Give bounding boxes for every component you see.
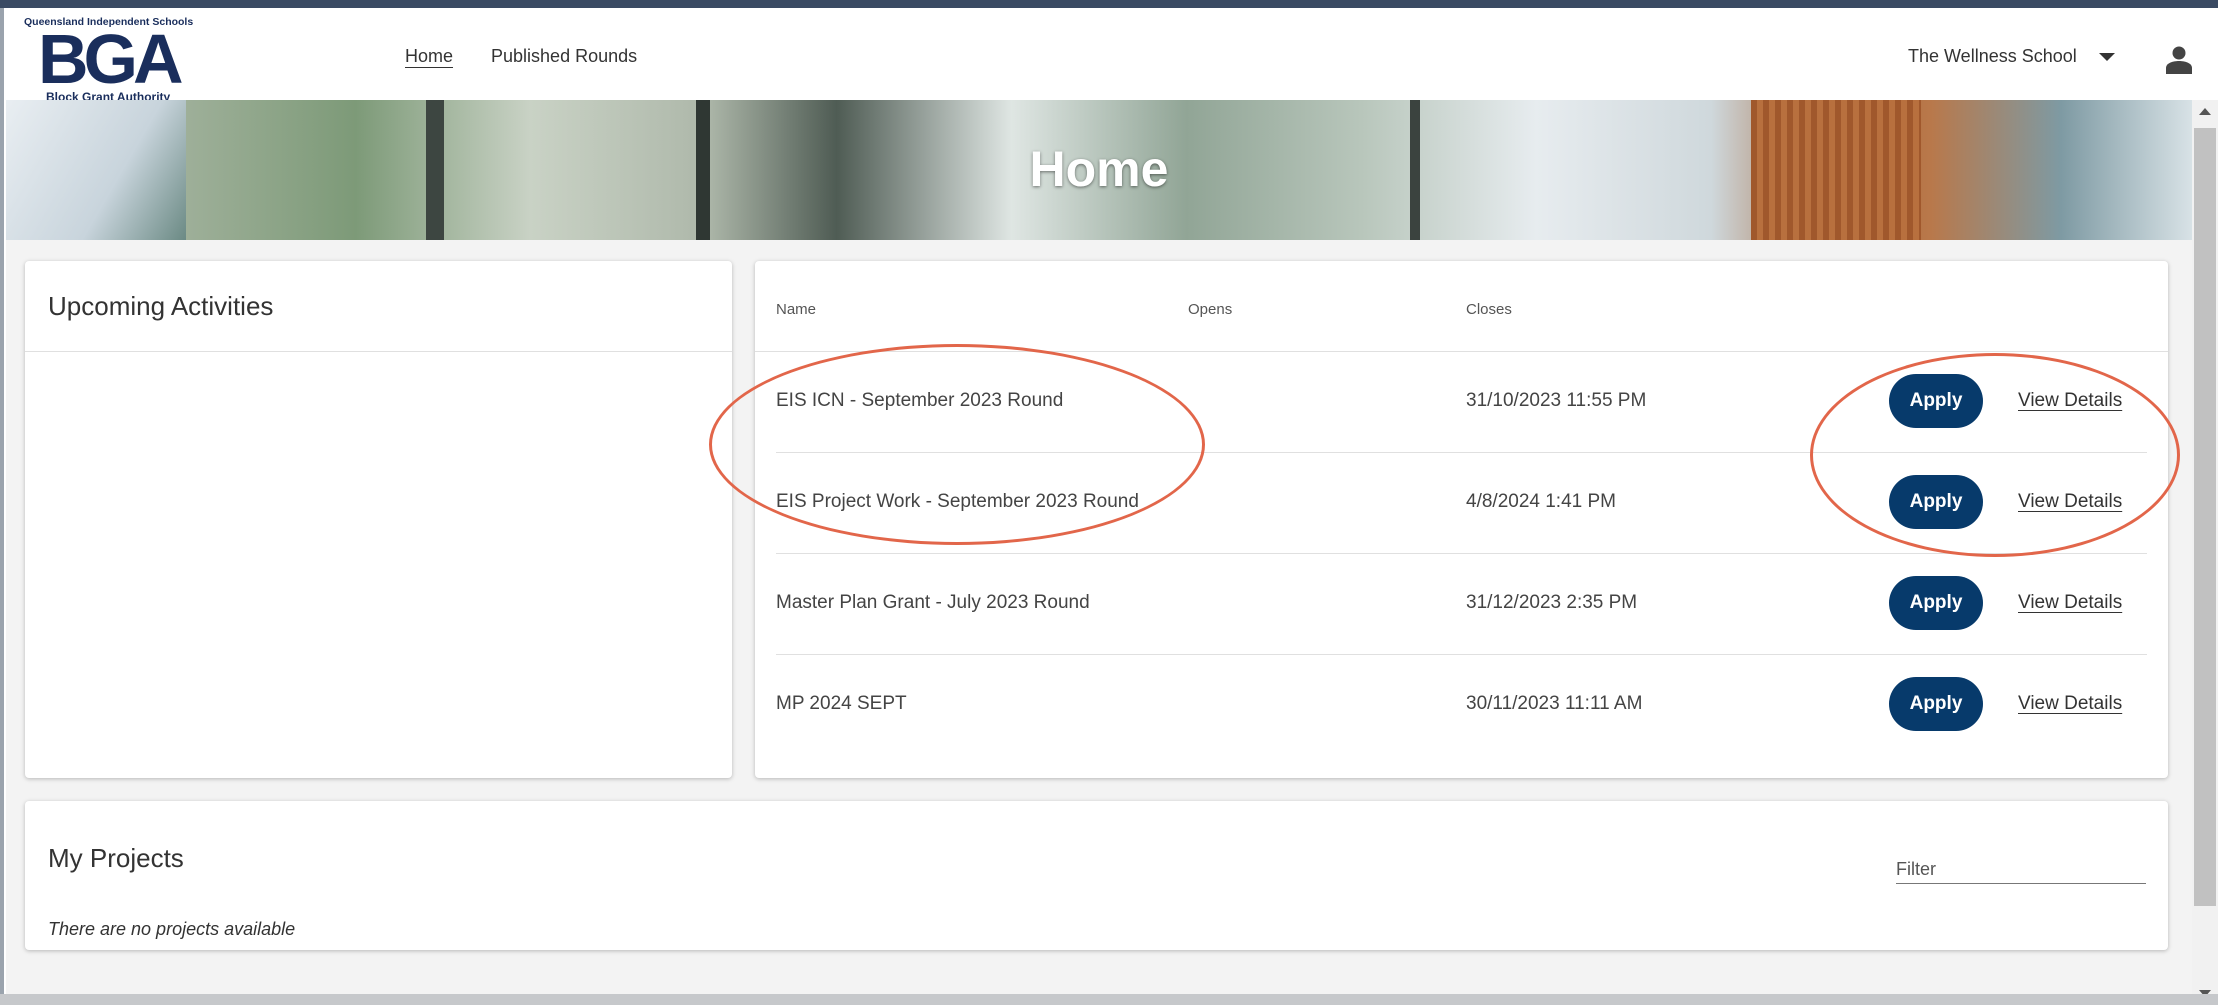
window-bottom-border bbox=[0, 994, 2218, 1005]
bga-logo[interactable]: Queensland Independent Schools BGA Block… bbox=[24, 16, 224, 108]
round-name: MP 2024 SEPT bbox=[776, 693, 907, 714]
round-closes: 31/10/2023 11:55 PM bbox=[1466, 390, 1647, 411]
school-selector[interactable]: The Wellness School bbox=[1908, 46, 2115, 67]
view-details-link[interactable]: View Details bbox=[2018, 592, 2122, 614]
apply-button[interactable]: Apply bbox=[1889, 677, 1983, 731]
main-nav: Home Published Rounds bbox=[405, 46, 637, 67]
caret-down-icon bbox=[2098, 52, 2115, 61]
nav-published-rounds[interactable]: Published Rounds bbox=[491, 46, 637, 67]
user-icon[interactable] bbox=[2166, 46, 2192, 74]
app-header: Queensland Independent Schools BGA Block… bbox=[6, 8, 2192, 104]
column-header-name: Name bbox=[776, 301, 817, 318]
scroll-up-arrow-icon[interactable] bbox=[2199, 108, 2211, 115]
table-row: MP 2024 SEPT 30/11/2023 11:11 AM Apply V… bbox=[776, 655, 2147, 756]
view-details-link[interactable]: View Details bbox=[2018, 693, 2122, 715]
round-closes: 4/8/2024 1:41 PM bbox=[1466, 491, 1616, 512]
column-header-opens: Opens bbox=[1188, 301, 1233, 318]
table-row: Master Plan Grant - July 2023 Round 31/1… bbox=[776, 554, 2147, 655]
column-header-closes: Closes bbox=[1466, 301, 1512, 318]
empty-projects-message: There are no projects available bbox=[48, 919, 296, 939]
upcoming-activities-title: Upcoming Activities bbox=[48, 291, 274, 321]
annotation-ellipse-action-buttons bbox=[1810, 353, 2180, 557]
apply-button[interactable]: Apply bbox=[1889, 576, 1983, 630]
nav-home[interactable]: Home bbox=[405, 46, 453, 67]
upcoming-activities-card: Upcoming Activities bbox=[25, 261, 732, 778]
card-divider bbox=[25, 351, 732, 352]
round-closes: 31/12/2023 2:35 PM bbox=[1466, 592, 1638, 613]
annotation-ellipse-round-names bbox=[709, 344, 1205, 545]
my-projects-card: My Projects There are no projects availa… bbox=[25, 801, 2168, 950]
scrollbar-thumb[interactable] bbox=[2194, 128, 2216, 906]
round-closes: 30/11/2023 11:11 AM bbox=[1466, 693, 1643, 714]
page-title: Home bbox=[1029, 141, 1169, 197]
hero-banner: Home bbox=[6, 100, 2192, 240]
logo-letters: BGA bbox=[38, 20, 184, 98]
window-left-border bbox=[0, 8, 4, 1005]
school-selector-label: The Wellness School bbox=[1908, 46, 2077, 66]
window-top-border bbox=[0, 0, 2218, 8]
round-name: Master Plan Grant - July 2023 Round bbox=[776, 592, 1090, 613]
my-projects-title: My Projects bbox=[48, 843, 184, 873]
filter-input[interactable] bbox=[1896, 855, 2146, 884]
